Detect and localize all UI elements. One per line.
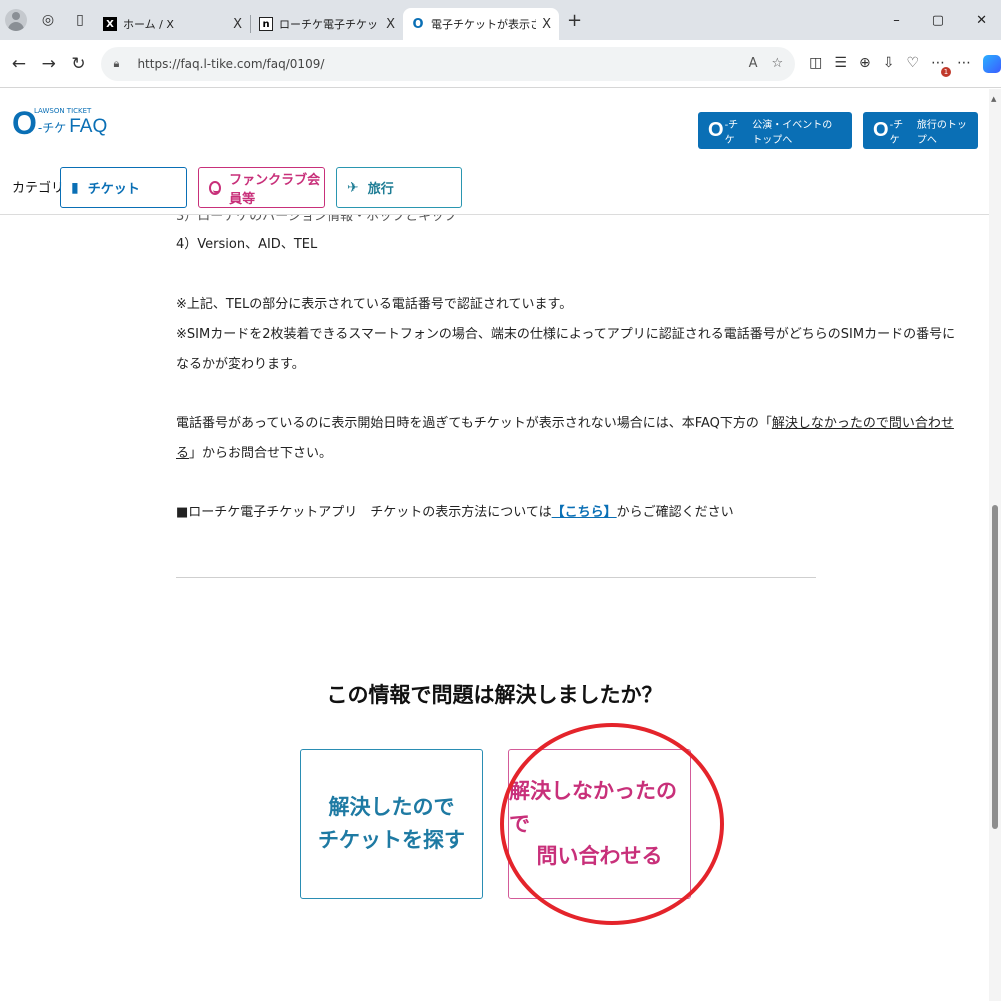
toolbar-icons: ◫ ☰ ⊕ ⇩ ♡ ⋯ 1 ⋯ xyxy=(809,54,1001,77)
heart-icon[interactable]: ♡ xyxy=(906,55,919,73)
events-top-button[interactable]: O -チケ 公演・イベントのトップへ xyxy=(698,112,852,149)
ticket-icon: ▮ xyxy=(71,179,79,196)
travel-top-button[interactable]: O -チケ 旅行のトップへ xyxy=(863,112,978,149)
contact-paragraph-continued: る」からお問合せ下さい。 xyxy=(176,442,332,461)
resolved-find-tickets-button[interactable]: 解決したので チケットを探す xyxy=(300,749,483,899)
minimize-icon[interactable]: – xyxy=(893,13,900,28)
category-label-text: 旅行 xyxy=(367,182,394,197)
scroll-up-arrow-icon[interactable]: ▲ xyxy=(991,95,996,103)
feedback-question: この情報で問題は解決しましたか？ xyxy=(326,683,663,707)
category-label: カテゴリ xyxy=(12,181,65,196)
tab-close-icon[interactable]: X xyxy=(386,17,395,32)
tab-title: ローチケ電子チケットで電話番号登録 xyxy=(279,18,380,31)
app-instructions: ■ローチケ電子チケットアプリ チケットの表示方法については【こちら】からご確認く… xyxy=(176,501,734,520)
tab-x-home[interactable]: X ホーム / X X xyxy=(95,8,250,40)
note-2-continued: なるかが変わります。 xyxy=(176,357,305,372)
airplane-icon: ✈ xyxy=(347,179,359,196)
logo-chike: -チケ xyxy=(37,121,67,135)
forward-arrow-icon[interactable]: → xyxy=(34,54,64,74)
workspaces-icon[interactable]: ◎ xyxy=(37,9,59,31)
logo-faq: FAQ xyxy=(69,116,108,137)
tab-note-article[interactable]: n ローチケ電子チケットで電話番号登録 X xyxy=(251,8,403,40)
button-line-1: 解決したので xyxy=(328,795,455,820)
lawson-favicon-icon: O xyxy=(412,16,424,32)
category-travel-button[interactable]: ✈ 旅行 xyxy=(336,167,462,208)
section-divider xyxy=(176,577,816,578)
tab-faq-active[interactable]: O 電子チケットが表示されません | ローチ X xyxy=(403,8,559,40)
button-logo-chike: -チケ xyxy=(889,119,904,146)
logo-subtext: LAWSON TICKET xyxy=(34,107,92,115)
smiley-icon xyxy=(209,180,222,195)
contact-paragraph: 電話番号があっているのに表示開始日時を過ぎてもチケットが表示されない場合には、本… xyxy=(176,412,954,431)
window-controls: – ▢ ✕ xyxy=(893,13,987,28)
favorites-icon[interactable]: ☰ xyxy=(834,55,847,73)
address-bar[interactable]: 🔒︎ https://faq.l-tike.com/faq/0109/ A ☆ xyxy=(101,46,796,81)
scroll-thumb[interactable] xyxy=(992,505,998,829)
tab-title: ホーム / X xyxy=(123,18,174,31)
menu-icon[interactable]: ⋯ xyxy=(957,55,971,73)
category-label-text: チケット xyxy=(87,182,140,197)
category-label-text: ファンクラブ会員等 xyxy=(229,172,321,207)
page-scrollbar[interactable]: ▲ xyxy=(989,89,1001,1001)
paragraph-text: 」からお問合せ下さい。 xyxy=(189,446,333,461)
tab-close-icon[interactable]: X xyxy=(233,17,242,32)
refresh-icon[interactable]: ↻ xyxy=(64,54,94,74)
window-close-icon[interactable]: ✕ xyxy=(976,13,987,28)
browser-tab-bar: ◎ ▯ X ホーム / X X n ローチケ電子チケットで電話番号登録 X O … xyxy=(0,0,1001,40)
lock-icon[interactable]: 🔒︎ xyxy=(113,57,127,71)
note-2-text: ※SIMカードを2枚装着できるスマートフォンの場合、端末の仕様によってアプリに認… xyxy=(176,327,956,342)
button-line-2: チケットを探す xyxy=(318,828,465,852)
tab-title: 電子チケットが表示されません | ローチ xyxy=(431,18,537,31)
url-text[interactable]: https://faq.l-tike.com/faq/0109/ xyxy=(137,57,734,71)
app-display-link[interactable]: 【こちら】 xyxy=(552,505,617,520)
button-line-1: 解決しなかったので xyxy=(509,779,677,836)
button-logo-mark: O xyxy=(873,119,889,141)
category-fanclub-button[interactable]: ファンクラブ会員等 xyxy=(198,167,325,208)
maximize-icon[interactable]: ▢ xyxy=(932,13,944,28)
collections-icon[interactable]: ⊕ xyxy=(859,55,871,73)
downloads-icon[interactable]: ⇩ xyxy=(883,55,895,73)
extensions-icon[interactable]: ⋯ 1 xyxy=(931,55,951,77)
note-1-text: ※上記、TELの部分に表示されている電話番号で認証されています。 xyxy=(176,297,573,312)
back-arrow-icon[interactable]: ← xyxy=(4,54,34,74)
button-logo-mark: O xyxy=(708,119,724,141)
category-ticket-button[interactable]: ▮ チケット xyxy=(60,167,187,208)
note-favicon-icon: n xyxy=(259,17,273,31)
browser-toolbar: ← → ↻ 🔒︎ https://faq.l-tike.com/faq/0109… xyxy=(0,40,1001,88)
tab-close-icon[interactable]: X xyxy=(542,17,551,32)
split-screen-icon[interactable]: ◫ xyxy=(809,55,822,73)
site-header: O LAWSON TICKET -チケ FAQ O -チケ 公演・イベントのトッ… xyxy=(0,89,989,215)
item-4-text: 4）Version、AID、TEL xyxy=(176,237,318,252)
new-tab-button[interactable]: + xyxy=(567,10,582,31)
paragraph-text: ■ローチケ電子チケットアプリ チケットの表示方法については xyxy=(176,505,552,520)
page-viewport: O LAWSON TICKET -チケ FAQ O -チケ 公演・イベントのトッ… xyxy=(0,89,989,1001)
contact-inline-link[interactable]: 解決しなかったので問い合わせ xyxy=(772,416,954,431)
tab-actions-icon[interactable]: ▯ xyxy=(69,9,91,31)
read-aloud-icon[interactable]: A xyxy=(749,56,758,71)
button-line-2: 問い合わせる xyxy=(536,844,663,869)
x-favicon-icon: X xyxy=(103,17,117,31)
button-logo-chike: -チケ xyxy=(724,119,739,146)
contact-inline-link-end[interactable]: る xyxy=(176,446,189,461)
site-logo[interactable]: O LAWSON TICKET -チケ FAQ xyxy=(12,107,107,139)
notification-badge: 1 xyxy=(941,66,951,77)
paragraph-text: 電話番号があっているのに表示開始日時を過ぎてもチケットが表示されない場合には、本… xyxy=(176,416,772,431)
profile-avatar-icon[interactable] xyxy=(5,9,27,31)
copilot-icon[interactable] xyxy=(983,54,1001,73)
button-label: 旅行のトップへ xyxy=(916,119,967,146)
paragraph-text: からご確認ください xyxy=(616,505,734,520)
not-resolved-contact-button[interactable]: 解決しなかったので 問い合わせる xyxy=(508,749,691,899)
button-label: 公演・イベントのトップへ xyxy=(752,119,833,146)
favorite-star-icon[interactable]: ☆ xyxy=(772,56,784,71)
